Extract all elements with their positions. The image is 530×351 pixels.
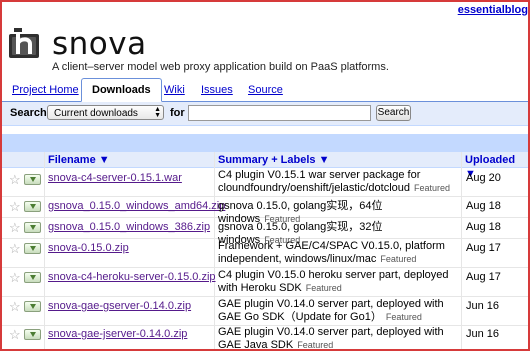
tab-issues[interactable]: Issues — [199, 79, 235, 101]
search-button[interactable]: Search — [376, 105, 411, 121]
search-input[interactable] — [188, 105, 371, 121]
select-arrows-icon: ▲ ▼ — [154, 106, 161, 119]
table-row: ☆ gsnova_0.15.0_windows_386.zip gsnova 0… — [2, 218, 528, 246]
for-label: for — [170, 107, 185, 119]
download-icon[interactable] — [24, 272, 41, 283]
upload-date: Jun 16 — [466, 300, 500, 312]
file-link[interactable]: snova-gae-gserver-0.14.0.zip — [48, 300, 191, 312]
table-row: ☆ snova-gae-gserver-0.14.0.zip GAE plugi… — [2, 297, 528, 326]
star-icon[interactable]: ☆ — [9, 300, 21, 313]
snova-logo-icon[interactable] — [9, 26, 43, 60]
file-summary: Framework + GAE/C4/SPAC V0.15.0, platfor… — [218, 240, 458, 266]
upload-date: Aug 20 — [466, 172, 501, 184]
summary-text: C4 plugin V0.15.1 war server package for… — [218, 169, 421, 194]
file-link[interactable]: snova-0.15.0.zip — [48, 242, 129, 254]
file-summary: C4 plugin V0.15.0 heroku server part, de… — [218, 269, 458, 295]
star-icon[interactable]: ☆ — [9, 242, 21, 255]
search-label: Search — [10, 107, 47, 119]
file-summary: GAE plugin V0.14.0 server part, deployed… — [218, 326, 458, 349]
tab-downloads[interactable]: Downloads — [81, 78, 162, 102]
star-icon[interactable]: ☆ — [9, 328, 21, 341]
tab-project-home[interactable]: Project Home — [10, 79, 81, 101]
star-icon[interactable]: ☆ — [9, 221, 21, 234]
search-scope-value: Current downloads — [54, 108, 138, 119]
file-link[interactable]: snova-gae-jserver-0.14.0.zip — [48, 328, 187, 340]
upload-date: Aug 18 — [466, 200, 501, 212]
upload-date: Jun 16 — [466, 328, 500, 340]
page-frame: essentialblog snova A client–server mode… — [0, 0, 530, 351]
featured-label[interactable]: Featured — [414, 183, 450, 193]
table-row: ☆ snova-c4-server-0.15.1.war C4 plugin V… — [2, 168, 528, 197]
download-icon[interactable] — [24, 201, 41, 212]
table-header: Filename ▼ Summary + Labels ▼ Uploaded ▼ — [2, 152, 528, 180]
user-account-link[interactable]: essentialblog — [458, 4, 528, 16]
tab-bar: Project Home Downloads Wiki Issues Sourc… — [2, 78, 528, 102]
table-row: ☆ snova-0.15.0.zip Framework + GAE/C4/SP… — [2, 239, 528, 268]
download-icon[interactable] — [24, 222, 41, 233]
download-icon[interactable] — [24, 301, 41, 312]
table-top-bar — [2, 134, 528, 152]
download-icon[interactable] — [24, 174, 41, 185]
file-summary: C4 plugin V0.15.1 war server package for… — [218, 169, 458, 195]
star-icon[interactable]: ☆ — [9, 271, 21, 284]
project-name[interactable]: snova — [52, 26, 147, 62]
upload-date: Aug 18 — [466, 221, 501, 233]
search-bar: Search Current downloads ▲ ▼ for Search — [2, 102, 528, 126]
column-header-uploaded[interactable]: Uploaded ▼ — [465, 153, 528, 180]
download-icon[interactable] — [24, 243, 41, 254]
table-row: ☆ snova-gae-jserver-0.14.0.zip GAE plugi… — [2, 325, 528, 349]
file-link[interactable]: snova-c4-server-0.15.1.war — [48, 172, 182, 184]
star-icon[interactable]: ☆ — [9, 200, 21, 213]
project-summary: A client–server model web proxy applicat… — [52, 61, 389, 73]
star-icon[interactable]: ☆ — [9, 173, 21, 186]
featured-label[interactable]: Featured — [380, 254, 416, 264]
tab-wiki[interactable]: Wiki — [162, 79, 187, 101]
search-scope-select[interactable]: Current downloads ▲ ▼ — [47, 105, 164, 120]
table-row: ☆ snova-c4-heroku-server-0.15.0.zip C4 p… — [2, 268, 528, 297]
file-link[interactable]: gsnova_0.15.0_windows_386.zip — [48, 221, 210, 233]
column-header-summary[interactable]: Summary + Labels ▼ — [218, 153, 329, 167]
file-link[interactable]: gsnova_0.15.0_windows_amd64.zip — [48, 200, 225, 212]
tab-source[interactable]: Source — [246, 79, 285, 101]
column-header-filename[interactable]: Filename ▼ — [48, 153, 110, 167]
featured-label[interactable]: Featured — [386, 312, 422, 322]
featured-label[interactable]: Featured — [297, 340, 333, 349]
download-icon[interactable] — [24, 329, 41, 340]
featured-label[interactable]: Featured — [306, 283, 342, 293]
table-row: ☆ gsnova_0.15.0_windows_amd64.zip gsnova… — [2, 197, 528, 225]
upload-date: Aug 17 — [466, 271, 501, 283]
file-link[interactable]: snova-c4-heroku-server-0.15.0.zip — [48, 271, 216, 283]
file-summary: GAE plugin V0.14.0 server part, deployed… — [218, 298, 458, 324]
upload-date: Aug 17 — [466, 242, 501, 254]
